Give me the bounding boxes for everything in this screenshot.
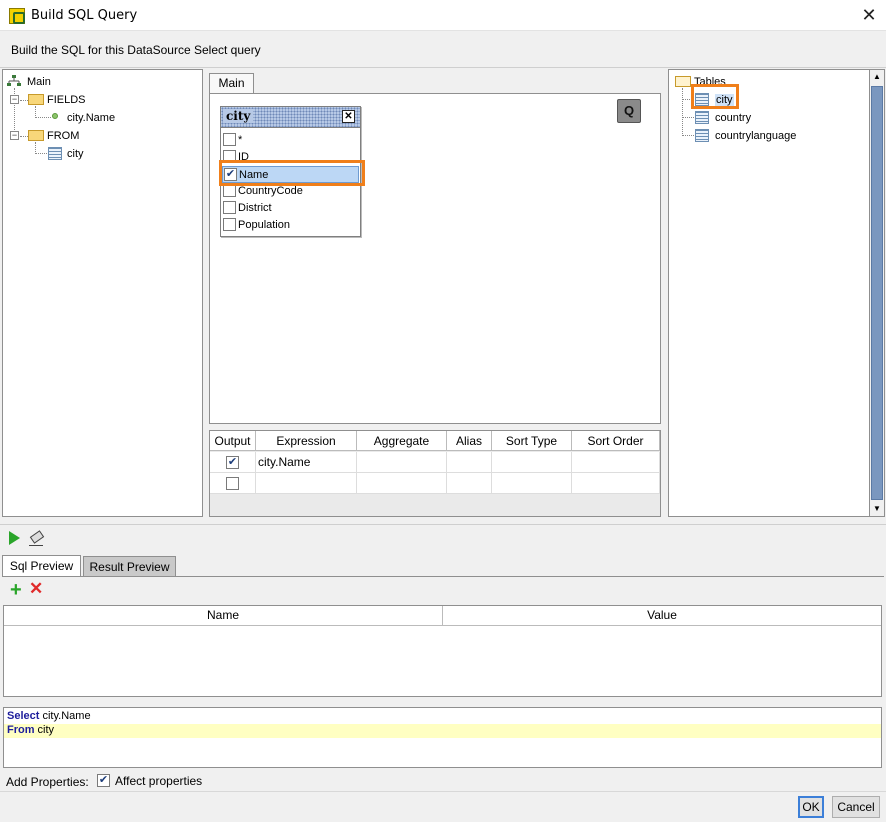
field-label: District <box>238 202 272 214</box>
grid-header-expression[interactable]: Expression <box>256 431 357 451</box>
title-bar: Build SQL Query ✕ <box>0 0 886 31</box>
grid-cell-sort-order[interactable] <box>572 452 660 473</box>
field-checkbox[interactable] <box>223 133 236 146</box>
table-box-header[interactable]: city ✕ <box>221 107 360 128</box>
field-row-star: * <box>222 132 359 149</box>
field-label: * <box>238 134 243 146</box>
output-checkbox[interactable]: ✔ <box>226 456 239 469</box>
field-label: CountryCode <box>238 185 303 197</box>
delete-icon[interactable]: ✕ <box>29 580 43 597</box>
table-icon <box>48 147 62 160</box>
grid-header-alias[interactable]: Alias <box>447 431 492 451</box>
grid-header-aggregate[interactable]: Aggregate <box>357 431 447 451</box>
collapse-fields-icon[interactable]: − <box>10 95 19 104</box>
dialog-subtitle: Build the SQL for this DataSource Select… <box>11 43 261 57</box>
sql-line-select: Select city.Name <box>7 710 91 722</box>
field-checkbox[interactable] <box>223 201 236 214</box>
grid-header-sort-type[interactable]: Sort Type <box>492 431 572 451</box>
scroll-up-icon[interactable]: ▲ <box>870 70 884 84</box>
tree-node-fields[interactable]: FIELDS <box>47 94 86 106</box>
tab-main[interactable]: Main <box>209 73 254 93</box>
sql-text-editor[interactable]: Select city.Name From city <box>3 707 882 768</box>
tables-scrollbar[interactable]: ▲ ▼ <box>869 69 885 517</box>
scroll-down-icon[interactable]: ▼ <box>870 502 884 516</box>
grid-header-output[interactable]: Output <box>210 431 256 451</box>
name-field-highlight <box>219 160 365 186</box>
tree-icon <box>7 75 21 87</box>
field-row-population: Population <box>222 217 359 234</box>
grid-cell-alias[interactable] <box>447 473 492 494</box>
sql-text: city <box>34 724 55 736</box>
folder-icon <box>28 130 44 141</box>
sql-line-from: From city <box>4 724 881 738</box>
folder-icon <box>28 94 44 105</box>
tree-item-city-name[interactable]: city.Name <box>67 112 115 124</box>
field-row-district: District <box>222 200 359 217</box>
collapse-from-icon[interactable]: − <box>10 131 19 140</box>
affect-properties-checkbox[interactable]: ✔ <box>97 774 110 787</box>
props-header-value[interactable]: Value <box>443 606 881 626</box>
field-label: Population <box>238 219 290 231</box>
close-button[interactable]: ✕ <box>858 4 880 26</box>
add-properties-label: Add Properties: <box>6 775 89 789</box>
properties-table: Name Value <box>3 605 882 697</box>
cancel-button[interactable]: Cancel <box>832 796 880 818</box>
props-header-name[interactable]: Name <box>4 606 443 626</box>
grid-header-sort-order[interactable]: Sort Order <box>572 431 660 451</box>
scroll-thumb[interactable] <box>871 86 883 500</box>
tree-item-city[interactable]: city <box>67 148 84 160</box>
tab-sql-preview[interactable]: Sql Preview <box>2 555 81 576</box>
close-icon[interactable]: ✕ <box>342 110 355 123</box>
tab-result-preview[interactable]: Result Preview <box>83 556 176 577</box>
query-tree-panel: Main − FIELDS city.Name − FROM city <box>2 69 203 517</box>
window-title: Build SQL Query <box>31 8 138 23</box>
field-grid: Output Expression Aggregate Alias Sort T… <box>209 430 661 517</box>
table-box-title: city <box>223 109 254 123</box>
table-icon <box>695 111 709 124</box>
table-icon <box>695 129 709 142</box>
grid-cell-aggregate[interactable] <box>357 473 447 494</box>
divider <box>0 791 886 792</box>
sql-keyword: From <box>7 724 35 736</box>
divider <box>0 524 886 525</box>
plus-icon[interactable]: + <box>10 580 22 600</box>
app-icon <box>9 8 25 24</box>
query-button[interactable]: Q <box>617 99 641 123</box>
sql-text: city.Name <box>39 710 91 722</box>
output-checkbox[interactable] <box>226 477 239 490</box>
grid-cell-sort-type[interactable] <box>492 473 572 494</box>
city-table-highlight <box>691 84 739 109</box>
grid-cell-alias[interactable] <box>447 452 492 473</box>
tables-panel: Tables city country countrylanguage <box>668 69 870 517</box>
table-item-countrylanguage[interactable]: countrylanguage <box>715 130 796 142</box>
run-icon[interactable] <box>9 531 20 545</box>
grid-cell-expression[interactable] <box>256 473 357 494</box>
grid-cell-expression[interactable]: city.Name <box>256 452 357 473</box>
dialog-header: Build the SQL for this DataSource Select… <box>0 31 886 68</box>
affect-properties-label: Affect properties <box>115 774 203 788</box>
table-item-country[interactable]: country <box>715 112 751 124</box>
folder-icon <box>675 76 691 87</box>
grid-cell-sort-order[interactable] <box>572 473 660 494</box>
field-checkbox[interactable] <box>223 218 236 231</box>
grid-cell-aggregate[interactable] <box>357 452 447 473</box>
tree-node-from[interactable]: FROM <box>47 130 79 142</box>
sql-keyword: Select <box>7 710 40 722</box>
field-dot-icon <box>52 113 58 119</box>
ok-button[interactable]: OK <box>798 796 824 818</box>
tree-root-main[interactable]: Main <box>27 76 51 88</box>
grid-cell-sort-type[interactable] <box>492 452 572 473</box>
eraser-base <box>29 545 43 546</box>
